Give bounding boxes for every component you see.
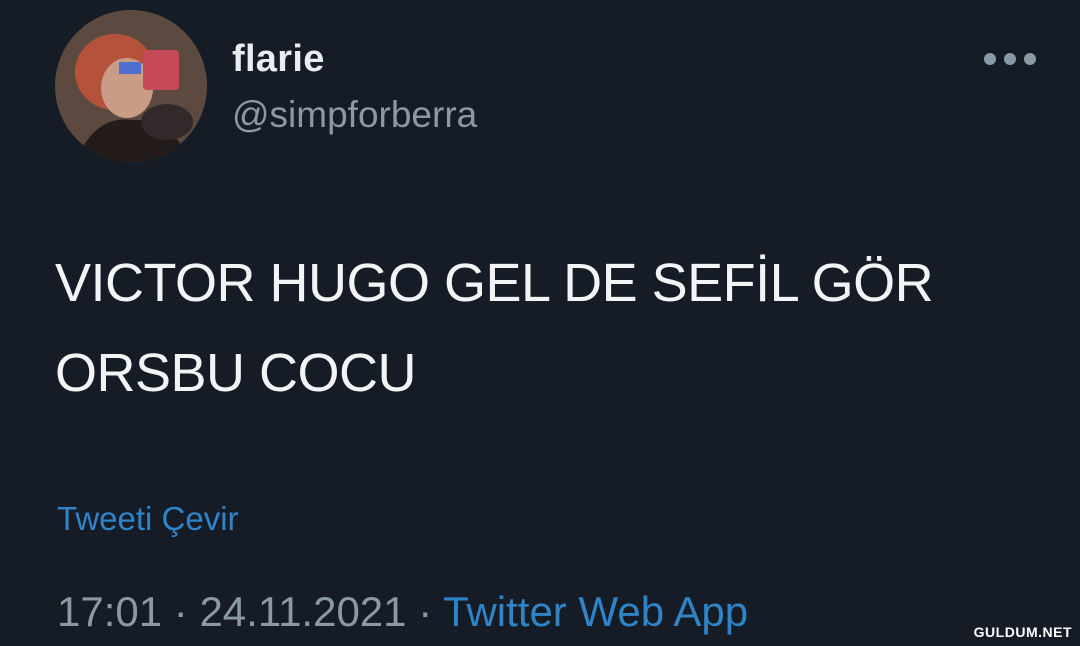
tweet-text: VICTOR HUGO GEL DE SEFİL GÖR ORSBU COCU bbox=[55, 253, 934, 403]
meta-separator: · bbox=[418, 588, 444, 635]
display-name[interactable]: flarie bbox=[232, 38, 325, 81]
tweet-time[interactable]: 17:01 bbox=[57, 588, 162, 635]
more-dot bbox=[1004, 53, 1016, 65]
user-handle[interactable]: @simpforberra bbox=[232, 94, 477, 136]
avatar[interactable] bbox=[55, 10, 207, 162]
meta-separator: · bbox=[173, 588, 200, 635]
site-watermark: GULDUM.NET bbox=[973, 624, 1072, 640]
translate-tweet-link[interactable]: Tweeti Çevir bbox=[57, 500, 239, 538]
avatar-photo-icon bbox=[55, 10, 207, 162]
tweet-source-link[interactable]: Twitter Web App bbox=[443, 588, 748, 635]
more-dot bbox=[984, 53, 996, 65]
tweet-meta: 17:01 · 24.11.2021 · Twitter Web App bbox=[57, 588, 748, 636]
more-icon[interactable] bbox=[984, 48, 1036, 70]
tweet-card: flarie @simpforberra VICTOR HUGO GEL DE … bbox=[0, 0, 1080, 646]
more-dot bbox=[1024, 53, 1036, 65]
tweet-date[interactable]: 24.11.2021 bbox=[199, 588, 406, 635]
